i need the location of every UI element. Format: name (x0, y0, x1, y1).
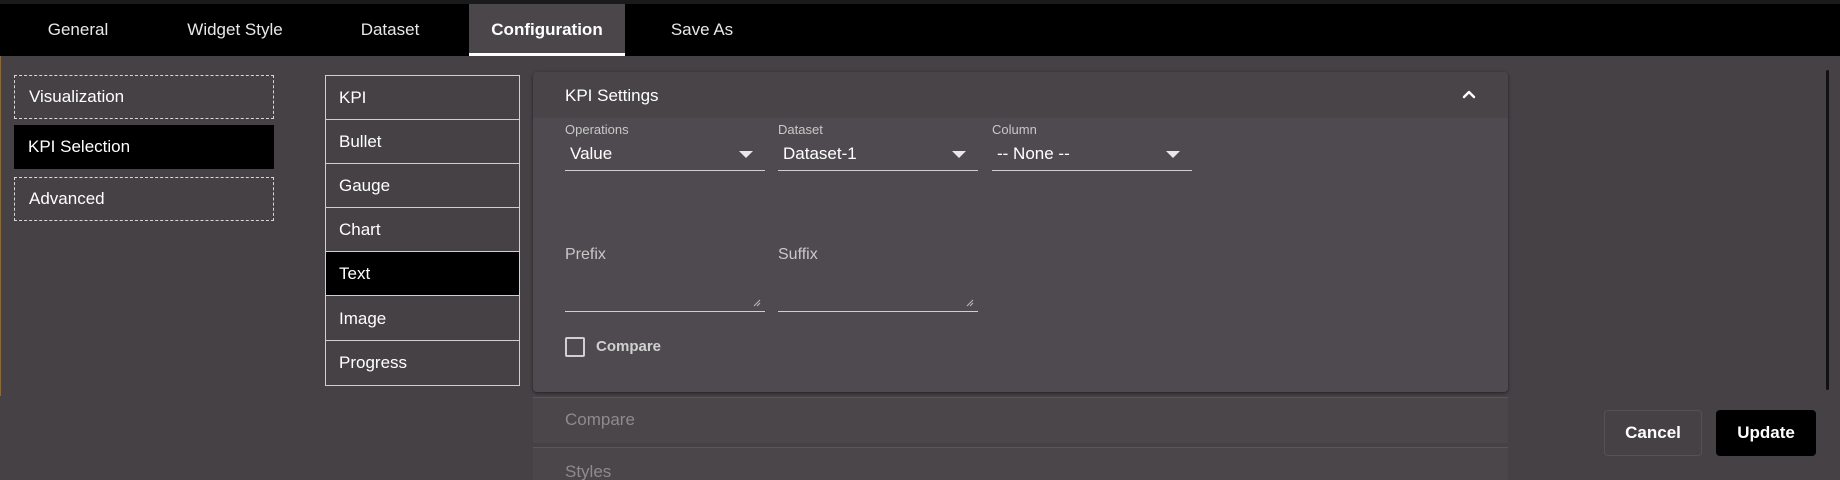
cancel-button[interactable]: Cancel (1604, 410, 1702, 456)
suffix-label: Suffix (778, 246, 818, 263)
kpi-type-list: KPI Bullet Gauge Chart Text Image Progre… (325, 75, 520, 386)
resize-grip-icon[interactable] (753, 299, 761, 307)
kpi-type-text[interactable]: Text (326, 252, 519, 296)
kpi-type-kpi[interactable]: KPI (326, 76, 519, 120)
menu-item-visualization[interactable]: Visualization (14, 75, 274, 119)
tab-dataset[interactable]: Dataset (340, 4, 440, 56)
operations-label: Operations (565, 122, 629, 137)
dropdown-arrow-icon (739, 151, 753, 158)
tab-save-as[interactable]: Save As (652, 4, 752, 56)
kpi-settings-panel: KPI Settings (533, 72, 1508, 392)
operations-value: Value (570, 144, 613, 163)
window-edge (0, 56, 1, 396)
top-tab-bar: General Widget Style Dataset Configurati… (0, 0, 1840, 56)
column-select[interactable]: -- None -- (992, 139, 1192, 171)
styles-section-title: Styles (565, 462, 612, 480)
dataset-value: Dataset-1 (783, 144, 857, 163)
menu-item-kpi-selection[interactable]: KPI Selection (14, 125, 274, 169)
tab-configuration[interactable]: Configuration (469, 4, 625, 56)
column-label: Column (992, 122, 1037, 137)
panel-title: KPI Settings (565, 86, 659, 105)
dropdown-arrow-icon (1166, 151, 1180, 158)
dropdown-arrow-icon (952, 151, 966, 158)
dataset-label: Dataset (778, 122, 823, 137)
menu-item-advanced[interactable]: Advanced (14, 177, 274, 221)
operations-select[interactable]: Value (565, 139, 765, 171)
compare-section-title: Compare (565, 410, 635, 429)
column-value: -- None -- (997, 144, 1070, 163)
update-button[interactable]: Update (1716, 410, 1816, 456)
menu-item-label: Visualization (29, 87, 125, 106)
styles-section-header[interactable]: Styles (533, 447, 1508, 480)
resize-grip-icon[interactable] (966, 299, 974, 307)
kpi-type-chart[interactable]: Chart (326, 208, 519, 252)
suffix-field[interactable] (778, 280, 978, 312)
tab-widget-style[interactable]: Widget Style (170, 4, 300, 56)
prefix-label: Prefix (565, 246, 606, 263)
dataset-select[interactable]: Dataset-1 (778, 139, 978, 171)
compare-checkbox-label: Compare (596, 338, 662, 355)
tab-general[interactable]: General (28, 4, 128, 56)
chevron-up-icon[interactable] (1461, 86, 1477, 102)
kpi-type-image[interactable]: Image (326, 297, 519, 341)
kpi-type-bullet[interactable]: Bullet (326, 120, 519, 164)
compare-section-header[interactable]: Compare (533, 397, 1508, 443)
kpi-type-gauge[interactable]: Gauge (326, 164, 519, 208)
compare-checkbox[interactable] (565, 337, 585, 357)
menu-item-label: KPI Selection (28, 137, 131, 156)
prefix-field[interactable] (565, 280, 765, 312)
scrollbar[interactable] (1826, 70, 1829, 390)
kpi-settings-header[interactable]: KPI Settings (533, 72, 1508, 118)
kpi-type-progress[interactable]: Progress (326, 341, 519, 385)
menu-item-label: Advanced (29, 189, 105, 208)
